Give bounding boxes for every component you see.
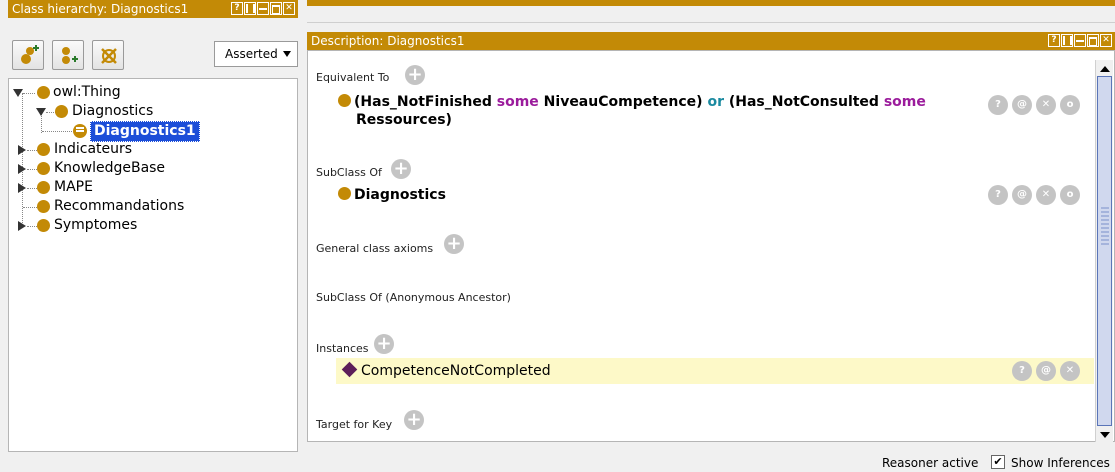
close-icon[interactable] (1100, 34, 1112, 47)
delete-icon[interactable]: ✕ (1060, 361, 1080, 381)
explain-icon[interactable]: ? (988, 95, 1008, 115)
minimize-icon[interactable] (257, 2, 269, 15)
edit-icon[interactable]: o (1060, 95, 1080, 115)
delete-icon[interactable]: ✕ (1036, 185, 1056, 205)
asserted-label: Asserted (225, 47, 278, 61)
show-inferences-label: Show Inferences (1011, 456, 1110, 470)
instances-title: Instances (316, 342, 369, 355)
close-icon[interactable] (283, 2, 295, 15)
class-icon (37, 200, 50, 213)
scroll-up-icon[interactable] (1100, 66, 1110, 72)
add-sibling-icon (62, 47, 78, 64)
instance-actions: ? @ ✕ (1012, 361, 1080, 381)
reasoner-status: Reasoner active (882, 456, 979, 470)
description-header: Description: Diagnostics1 ? (307, 32, 1115, 50)
delete-class-button[interactable] (92, 40, 124, 70)
top-strip (307, 0, 1115, 30)
delete-icon[interactable]: ✕ (1036, 95, 1056, 115)
subclass-of-title: SubClass Of (316, 166, 382, 179)
edit-icon[interactable]: o (1060, 185, 1080, 205)
chevron-down-icon (283, 51, 291, 57)
tree-node-diagnostics[interactable]: Diagnostics (55, 102, 153, 121)
maximize-icon[interactable] (270, 2, 282, 15)
class-tree: owl:Thing Diagnostics Diagnostics1 Indic… (8, 78, 298, 452)
equivalent-to-title: Equivalent To (316, 71, 390, 84)
general-class-axioms-title: General class axioms (316, 242, 434, 255)
defined-class-icon (73, 124, 87, 138)
tree-node-indicateurs[interactable]: Indicateurs (37, 140, 132, 159)
scroll-thumb[interactable] (1097, 76, 1112, 426)
instance-item[interactable]: CompetenceNotCompleted (341, 361, 551, 380)
class-icon (37, 181, 50, 194)
equivalent-actions: ? @ ✕ o (988, 95, 1080, 115)
minimize-icon[interactable] (1074, 34, 1086, 47)
tree-node-diagnostics1[interactable]: Diagnostics1 (73, 121, 200, 142)
description-scrollbar[interactable] (1095, 60, 1113, 442)
asserted-dropdown[interactable]: Asserted (214, 41, 298, 67)
pin-icon[interactable] (244, 2, 256, 15)
individual-icon (341, 361, 358, 378)
scroll-grip (1101, 207, 1109, 247)
knowledgebase-expander[interactable] (18, 164, 26, 174)
class-icon (37, 219, 50, 232)
add-subclass-of-button[interactable]: + (391, 159, 411, 179)
anonymous-ancestor-title: SubClass Of (Anonymous Ancestor) (316, 291, 511, 304)
subclass-axiom[interactable]: Diagnostics (338, 186, 446, 204)
add-subclass-button[interactable] (12, 40, 44, 70)
add-target-key-button[interactable]: + (404, 410, 424, 430)
add-instance-button[interactable]: + (374, 334, 394, 354)
show-inferences-checkbox[interactable]: ✔ (991, 455, 1005, 469)
annotate-icon[interactable]: @ (1012, 185, 1032, 205)
add-general-axiom-button[interactable]: + (444, 234, 464, 254)
help-icon[interactable]: ? (1048, 34, 1060, 47)
tree-node-knowledgebase[interactable]: KnowledgeBase (37, 159, 165, 178)
add-equivalent-button[interactable]: + (405, 65, 425, 85)
equivalent-axiom[interactable]: (Has_NotFinished some NiveauCompetence) … (338, 93, 958, 129)
tree-node-owl-thing[interactable]: owl:Thing (37, 83, 121, 102)
class-icon (338, 94, 351, 107)
class-icon (37, 143, 50, 156)
tree-node-recommandations[interactable]: Recommandations (37, 197, 184, 216)
indicateurs-expander[interactable] (18, 145, 26, 155)
class-icon (37, 162, 50, 175)
explain-icon[interactable]: ? (988, 185, 1008, 205)
mape-expander[interactable] (18, 183, 26, 193)
annotate-icon[interactable]: @ (1036, 361, 1056, 381)
add-sibling-button[interactable] (52, 40, 84, 70)
tree-node-mape[interactable]: MAPE (37, 178, 93, 197)
class-icon (55, 105, 68, 118)
symptomes-expander[interactable] (18, 221, 26, 231)
maximize-icon[interactable] (1087, 34, 1099, 47)
scroll-down-icon[interactable] (1100, 432, 1110, 438)
diagnostics-expander[interactable] (36, 108, 46, 116)
help-icon[interactable]: ? (231, 2, 243, 15)
class-hierarchy-header: Class hierarchy: Diagnostics1 ? (8, 0, 298, 18)
subclass-actions: ? @ ✕ o (988, 185, 1080, 205)
add-subclass-icon (21, 45, 39, 64)
description-panel: Equivalent To + (Has_NotFinished some Ni… (307, 50, 1115, 442)
class-hierarchy-title: Class hierarchy: Diagnostics1 (12, 2, 189, 16)
root-expander[interactable] (13, 89, 23, 97)
description-title: Description: Diagnostics1 (311, 34, 465, 48)
annotate-icon[interactable]: @ (1012, 95, 1032, 115)
explain-icon[interactable]: ? (1012, 361, 1032, 381)
class-icon (338, 187, 351, 200)
class-hierarchy-toolbar: Asserted (8, 18, 298, 76)
target-for-key-title: Target for Key (316, 418, 393, 431)
class-icon (37, 86, 50, 99)
tree-node-symptomes[interactable]: Symptomes (37, 216, 137, 235)
status-bar: Reasoner active ✔ Show Inferences (0, 452, 1115, 472)
delete-class-icon (101, 48, 117, 64)
pin-icon[interactable] (1061, 34, 1073, 47)
